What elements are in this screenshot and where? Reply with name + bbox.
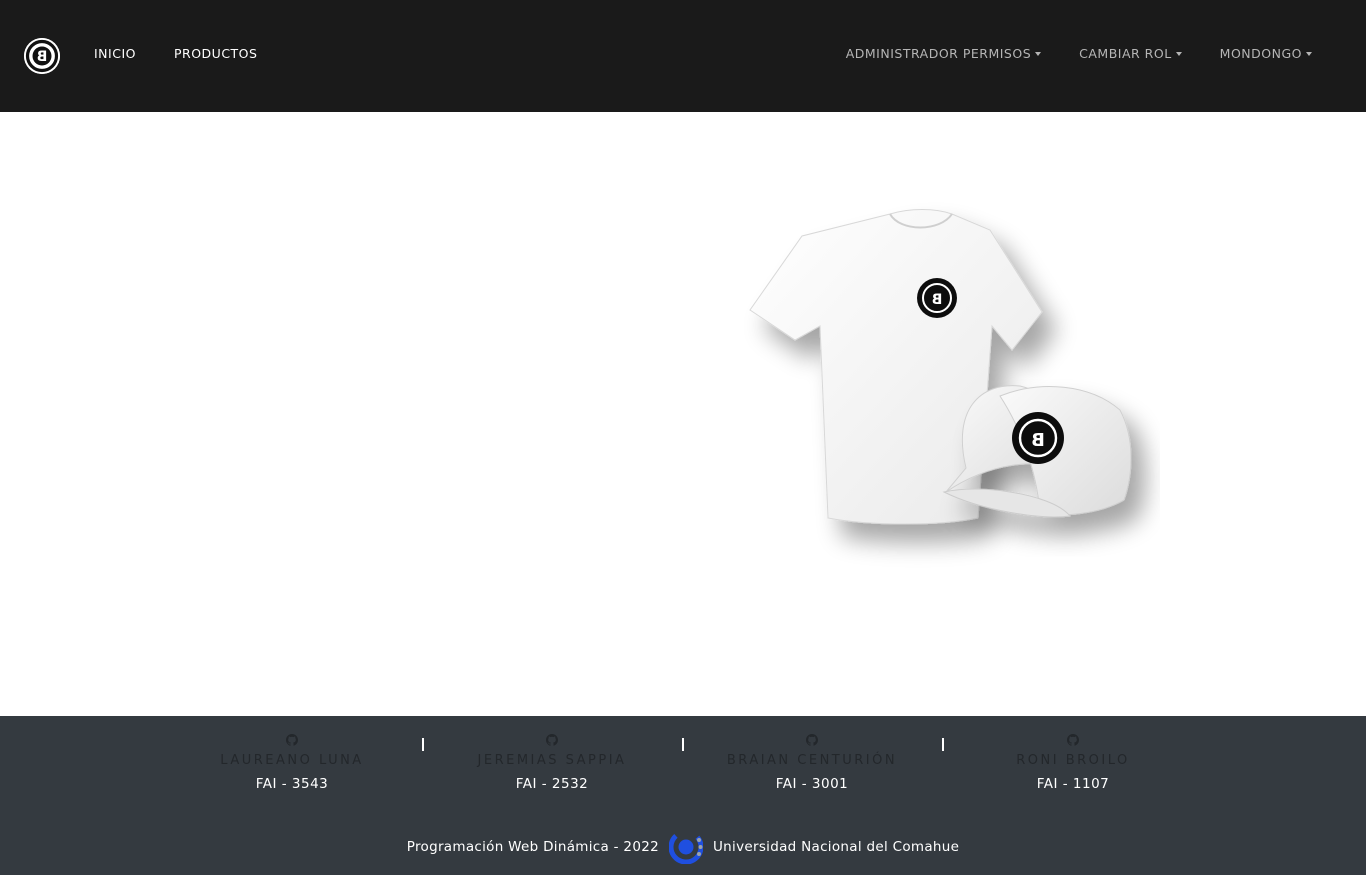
svg-text:B: B: [932, 292, 943, 308]
university-label: Universidad Nacional del Comahue: [712, 839, 960, 855]
github-icon[interactable]: [546, 734, 558, 746]
author-4: RONI BROILO FAI - 1107: [973, 734, 1173, 791]
svg-text:B: B: [1031, 430, 1045, 451]
brand-logo-icon[interactable]: B: [24, 38, 60, 74]
footer-separator: [422, 738, 424, 751]
github-icon[interactable]: [806, 734, 818, 746]
author-fai: FAI - 2532: [515, 776, 589, 792]
nav-right-menus: ADMINISTRADOR PERMISOS CAMBIAR ROL MONDO…: [808, 46, 1312, 62]
caret-down-icon: [1035, 52, 1042, 56]
caret-down-icon: [1175, 52, 1182, 56]
footer-separator: [942, 738, 944, 751]
svg-text:B: B: [37, 49, 48, 65]
nav-link-productos[interactable]: PRODUCTOS: [174, 46, 257, 62]
footer-separator: [682, 738, 684, 751]
author-fai: FAI - 3543: [255, 776, 329, 792]
author-2: JEREMIAS SAPPIA FAI - 2532: [452, 734, 652, 791]
author-name[interactable]: LAUREANO LUNA: [192, 754, 392, 768]
author-fai: FAI - 3001: [775, 776, 849, 792]
author-name[interactable]: BRAIAN CENTURIÓN: [712, 754, 912, 768]
footer-credits: Programación Web Dinámica - 2022 Univers…: [0, 830, 1366, 864]
menu-administrador-permisos-label: ADMINISTRADOR PERMISOS: [845, 46, 1032, 61]
author-name[interactable]: RONI BROILO: [973, 754, 1173, 768]
author-fai: FAI - 1107: [1036, 776, 1110, 792]
github-icon[interactable]: [1067, 734, 1079, 746]
navbar: B INICIO PRODUCTOS ADMINISTRADOR PERMISO…: [0, 0, 1366, 112]
author-name[interactable]: JEREMIAS SAPPIA: [452, 754, 652, 768]
menu-user-label: MONDONGO: [1219, 46, 1302, 61]
author-1: LAUREANO LUNA FAI - 3543: [192, 734, 392, 791]
unco-logo-icon: [668, 830, 703, 864]
author-3: BRAIAN CENTURIÓN FAI - 3001: [712, 734, 912, 791]
menu-cambiar-rol[interactable]: CAMBIAR ROL: [1079, 46, 1182, 62]
menu-administrador-permisos[interactable]: ADMINISTRADOR PERMISOS: [845, 46, 1042, 62]
course-label: Programación Web Dinámica - 2022: [406, 839, 659, 855]
nav-left-links: INICIO PRODUCTOS: [94, 46, 295, 62]
footer: LAUREANO LUNA FAI - 3543 JEREMIAS SAPPIA…: [0, 716, 1366, 875]
menu-user[interactable]: MONDONGO: [1220, 46, 1312, 62]
caret-down-icon: [1306, 52, 1312, 56]
tshirt-and-cap-product-image: B B: [749, 209, 1132, 525]
hero-section: B B: [0, 112, 1366, 716]
nav-link-inicio[interactable]: INICIO: [94, 46, 136, 62]
github-icon[interactable]: [286, 734, 298, 746]
menu-cambiar-rol-label: CAMBIAR ROL: [1079, 46, 1172, 61]
